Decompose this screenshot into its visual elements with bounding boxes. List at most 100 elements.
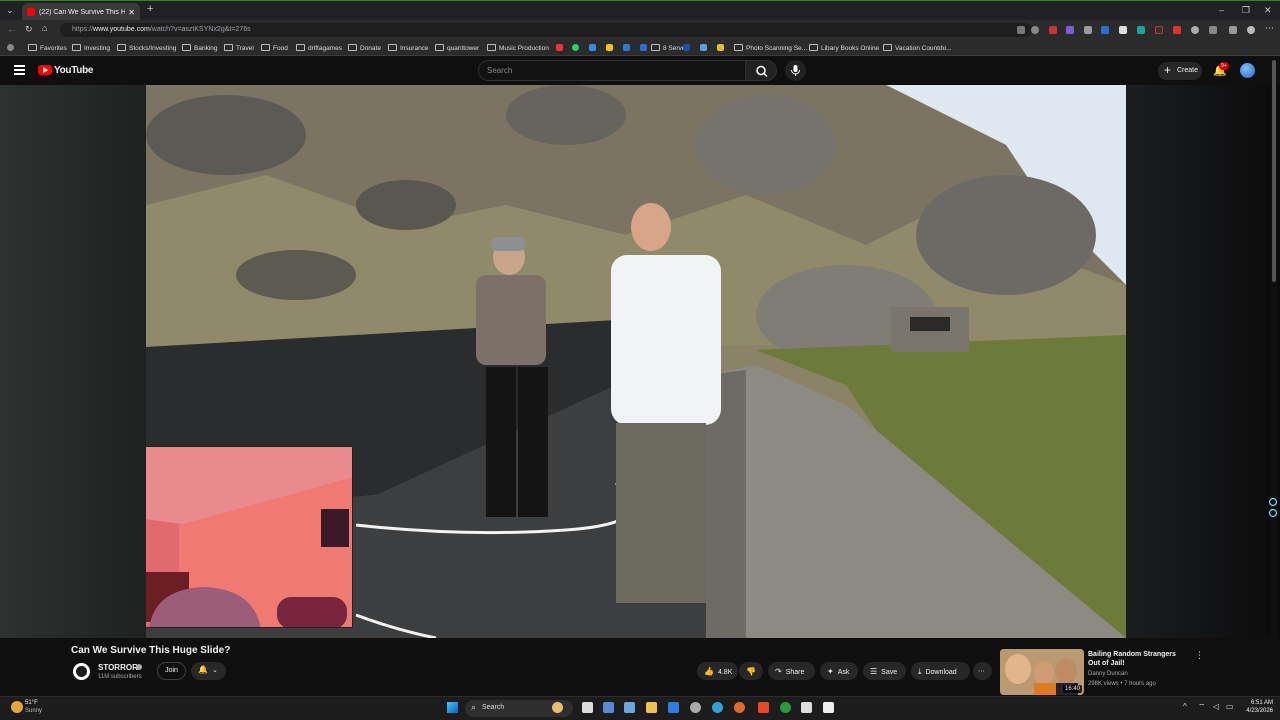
page-scrollbar-thumb[interactable] — [1272, 60, 1276, 282]
reader-icon[interactable] — [1017, 26, 1025, 34]
bookmark-icon[interactable] — [640, 44, 647, 51]
bookmark-icon[interactable] — [572, 44, 579, 51]
bookmark-icon[interactable] — [700, 44, 707, 51]
extensions-puzzle-icon[interactable] — [1209, 26, 1217, 34]
bookmark-favorites[interactable]: Favorites — [28, 44, 67, 52]
app-icon[interactable] — [690, 702, 701, 713]
recommended-channel[interactable]: Danny Duncan — [1088, 671, 1128, 677]
new-tab-icon[interactable]: + — [147, 3, 153, 15]
battery-icon[interactable]: ▭ — [1226, 702, 1234, 711]
clock-date[interactable]: 4/23/2026 — [1237, 708, 1273, 714]
edge-icon[interactable] — [712, 702, 723, 713]
join-button[interactable]: Join — [157, 662, 186, 680]
tab-actions-icon[interactable]: ⌄ — [6, 5, 14, 16]
favorites-icon[interactable] — [1229, 26, 1237, 34]
close-window-icon[interactable]: ✕ — [1264, 5, 1272, 16]
voice-search-button[interactable] — [785, 60, 806, 81]
search-button[interactable] — [745, 60, 777, 81]
share-button[interactable]: ↷ Share — [768, 662, 815, 680]
extension-icon[interactable] — [1191, 26, 1199, 34]
bookmark-icon[interactable] — [589, 44, 596, 51]
weather-sun-icon[interactable] — [11, 701, 23, 713]
youtube-logo-icon[interactable] — [38, 65, 52, 75]
recommended-thumbnail[interactable]: 16:40 — [1000, 649, 1084, 695]
bookmark-photo-scanning[interactable]: Photo Scanning Se... — [734, 44, 807, 52]
extension-icon[interactable] — [1173, 26, 1181, 34]
app-icon[interactable] — [801, 702, 812, 713]
bookmark-vacation-countdown[interactable]: Vacation Countdo... — [883, 44, 952, 52]
youtube-logo-text[interactable]: YouTube — [54, 65, 94, 76]
video-player[interactable] — [146, 85, 1126, 638]
bookmark-stocks-investing[interactable]: Stocks/Investing — [117, 44, 176, 52]
minimize-icon[interactable]: – — [1219, 5, 1224, 15]
account-avatar[interactable] — [1240, 63, 1255, 78]
bookmark-icon[interactable] — [623, 44, 630, 51]
reload-icon[interactable]: ↻ — [25, 24, 33, 35]
bookmark-icon[interactable] — [717, 44, 724, 51]
task-view-icon[interactable] — [582, 702, 593, 713]
bookmark-travel[interactable]: Travel — [224, 44, 254, 52]
xbox-icon[interactable] — [780, 702, 791, 713]
download-button[interactable]: ⤓ Download — [911, 662, 970, 680]
app-icon[interactable] — [624, 702, 635, 713]
bookmark-insurance[interactable]: Insurance — [388, 44, 429, 52]
url-field[interactable]: https://www.youtube.com/watch?v=asztKSYN… — [60, 23, 1032, 37]
profile-icon[interactable] — [1247, 26, 1255, 34]
browser-tab[interactable]: (22) Can We Survive This Huge Slid ✕ — [22, 3, 140, 21]
weather-temperature[interactable]: 51°F — [25, 700, 38, 706]
extension-icon[interactable] — [1137, 26, 1145, 34]
extension-icon[interactable] — [1066, 26, 1074, 34]
bookmark-music-production[interactable]: Music Production — [487, 44, 549, 52]
tray-chevron-icon[interactable]: ^ — [1183, 702, 1187, 711]
settings-icon[interactable] — [603, 702, 614, 713]
wifi-icon[interactable]: ⌔ — [1198, 702, 1206, 712]
windows-start-icon[interactable] — [447, 702, 458, 713]
bookmark-icon[interactable] — [606, 44, 613, 51]
extension-icon[interactable] — [1084, 26, 1092, 34]
extension-icon[interactable] — [1101, 26, 1109, 34]
bookmarks-overflow-icon[interactable] — [1265, 44, 1272, 51]
extension-icon[interactable] — [1049, 26, 1057, 34]
recommended-title[interactable]: Bailing Random Strangers Out of Jail! — [1088, 650, 1188, 668]
volume-icon[interactable]: ◁ — [1213, 702, 1219, 711]
save-button[interactable]: ☰ Save — [863, 662, 906, 680]
bookmark-icon[interactable] — [556, 44, 563, 51]
clock-time[interactable]: 6:51 AM — [1243, 700, 1273, 706]
extension-icon[interactable] — [1155, 26, 1163, 34]
create-button[interactable]: Create — [1158, 62, 1202, 80]
more-actions-button[interactable]: ⋯ — [973, 662, 992, 680]
menu-icon[interactable] — [14, 65, 25, 75]
bookmark-banking[interactable]: Banking — [182, 44, 218, 52]
file-explorer-icon[interactable] — [646, 702, 657, 713]
recommended-more-icon[interactable]: ⋮ — [1195, 650, 1204, 661]
bookmark-icon[interactable] — [683, 44, 690, 51]
bookmark-donate[interactable]: Donate — [348, 44, 381, 52]
bookmark-quanttower[interactable]: quanttower — [435, 44, 479, 52]
home-icon[interactable]: ⌂ — [42, 23, 47, 33]
tab-close-icon[interactable]: ✕ — [128, 8, 135, 17]
ask-button[interactable]: ✦ Ask — [820, 662, 858, 680]
weather-condition[interactable]: Sunny — [25, 708, 42, 714]
favorite-star-icon[interactable] — [1031, 26, 1039, 34]
bookmark-library-books[interactable]: Libary Books Online — [809, 44, 879, 52]
app-icon[interactable] — [823, 702, 834, 713]
bookmarks-toggle-icon[interactable] — [7, 44, 14, 51]
subscribed-bell-button[interactable]: 🔔 ⌄ — [191, 662, 226, 680]
bookmark-driftagames[interactable]: driftagames — [296, 44, 342, 52]
dislike-button[interactable]: 👎 — [739, 662, 763, 680]
bookmark-investing[interactable]: Investing — [72, 44, 110, 52]
search-input[interactable]: Search — [478, 60, 746, 81]
app-icon[interactable] — [668, 702, 679, 713]
sidebar-toggle-icons[interactable] — [1268, 496, 1278, 520]
brave-icon[interactable] — [758, 702, 769, 713]
browser-menu-icon[interactable]: ⋯ — [1265, 23, 1274, 34]
maximize-icon[interactable]: ❐ — [1242, 5, 1250, 16]
bookmark-food[interactable]: Food — [261, 44, 288, 52]
back-icon[interactable]: ← — [7, 24, 16, 34]
search-highlight-icon[interactable] — [552, 702, 563, 713]
channel-name[interactable]: STORROR — [98, 663, 138, 672]
like-button[interactable]: 👍 4.8K — [697, 662, 738, 680]
firefox-icon[interactable] — [734, 702, 745, 713]
channel-avatar[interactable] — [71, 661, 92, 682]
extension-icon[interactable] — [1119, 26, 1127, 34]
